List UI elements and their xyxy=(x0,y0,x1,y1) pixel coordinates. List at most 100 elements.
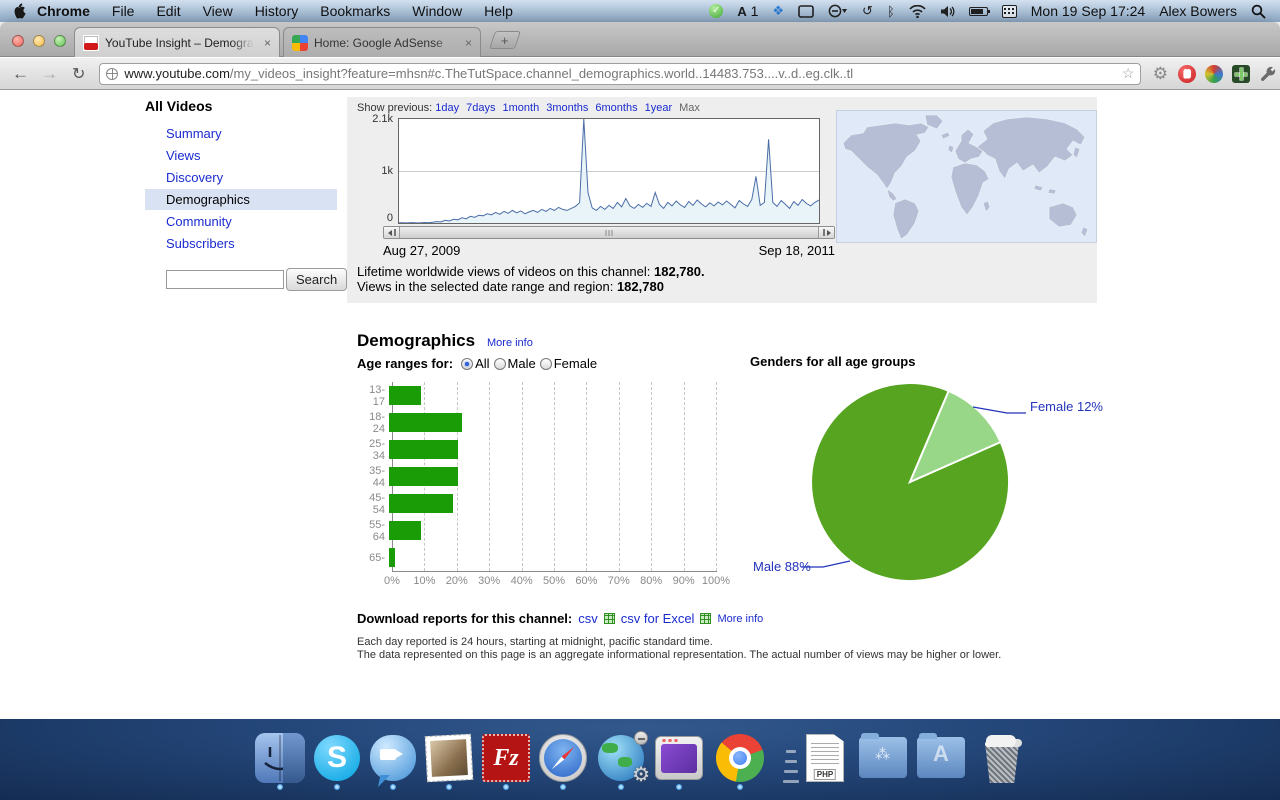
display-icon[interactable] xyxy=(798,3,814,19)
people-glyph: ⁂ xyxy=(858,745,908,763)
menu-history[interactable]: History xyxy=(244,3,310,19)
dock-chrome-icon[interactable] xyxy=(715,733,765,783)
extension-colorful-icon[interactable] xyxy=(1205,65,1223,83)
csv-excel-link[interactable]: csv for Excel xyxy=(621,611,695,626)
apple-menu-icon[interactable] xyxy=(12,3,26,19)
running-indicator xyxy=(503,784,509,790)
range-views-line: Views in the selected date range and reg… xyxy=(357,279,664,294)
demographics-more-info-link[interactable]: More info xyxy=(487,337,533,349)
back-button[interactable]: ← xyxy=(12,64,29,84)
dropbox-icon[interactable]: ❖ xyxy=(772,3,784,19)
scrollbar-right-handle[interactable] xyxy=(818,227,834,238)
menu-view[interactable]: View xyxy=(192,3,244,19)
menu-edit[interactable]: Edit xyxy=(145,3,191,19)
dock-safari-icon[interactable] xyxy=(538,733,588,783)
dock-mail-icon[interactable] xyxy=(424,733,474,783)
sidebar-item-demographics[interactable]: Demographics xyxy=(145,189,337,210)
range-max[interactable]: Max xyxy=(679,102,700,114)
bar-25-34 xyxy=(389,440,458,459)
sidebar-search-button[interactable]: Search xyxy=(286,268,347,291)
running-indicator xyxy=(446,784,452,790)
timeline-scrollbar[interactable] xyxy=(383,226,835,239)
bar-row: 65- xyxy=(357,544,737,571)
download-reports-label: Download reports for this channel: xyxy=(357,611,572,626)
bluetooth-icon[interactable]: ᛒ xyxy=(887,3,895,19)
dock-skype-icon[interactable]: S xyxy=(312,733,362,783)
screen: Chrome File Edit View History Bookmarks … xyxy=(0,0,1280,800)
dock-shared-folder-icon[interactable]: ⁂ xyxy=(858,733,908,783)
tab-close-icon[interactable]: × xyxy=(461,36,472,50)
running-indicator xyxy=(737,784,743,790)
sidebar-search-input[interactable] xyxy=(166,270,284,289)
battery-icon[interactable] xyxy=(969,3,988,19)
reload-button[interactable]: ↻ xyxy=(72,64,85,84)
sidebar-item-community[interactable]: Community xyxy=(145,211,345,232)
radio-female-label[interactable]: Female xyxy=(554,356,597,371)
chrome-settings-wrench-icon[interactable] xyxy=(1259,65,1277,83)
bar-axis-ticks: 0% 10% 20% 30% 40% 50% 60% 70% 80% 90% 1… xyxy=(392,575,716,589)
range-3months[interactable]: 3months xyxy=(546,102,588,114)
antivirus-status-icon[interactable]: ✓ xyxy=(709,4,723,18)
keyboard-viewer-icon[interactable] xyxy=(1002,3,1017,19)
zoom-window-button[interactable] xyxy=(54,35,66,47)
radio-male-label[interactable]: Male xyxy=(508,356,536,371)
radio-all-label[interactable]: All xyxy=(475,356,489,371)
range-1day[interactable]: 1day xyxy=(435,102,459,114)
address-bar[interactable]: www.youtube.com /my_videos_insight?featu… xyxy=(99,63,1141,85)
scrollbar-grip[interactable] xyxy=(606,230,613,236)
menu-window[interactable]: Window xyxy=(401,3,473,19)
dock-finder-icon[interactable] xyxy=(255,733,305,783)
dock-filezilla-icon[interactable]: Fz xyxy=(481,733,531,783)
download-more-info-link[interactable]: More info xyxy=(717,613,763,625)
tab-close-icon[interactable]: × xyxy=(260,36,271,50)
spotlight-icon[interactable] xyxy=(1251,3,1266,19)
age-ranges-label: Age ranges for: xyxy=(357,356,453,371)
csv-excel-file-icon[interactable] xyxy=(700,613,711,624)
do-not-disturb-icon[interactable] xyxy=(828,3,848,19)
sidebar-item-subscribers[interactable]: Subscribers xyxy=(145,233,345,254)
radio-all[interactable] xyxy=(461,358,473,370)
csv-link[interactable]: csv xyxy=(578,611,598,626)
sidebar-item-summary[interactable]: Summary xyxy=(145,123,345,144)
extension-gear-icon[interactable]: ⚙ xyxy=(1151,65,1169,83)
close-window-button[interactable] xyxy=(12,35,24,47)
dock-php-file-icon[interactable]: PHP xyxy=(800,733,850,783)
extension-adblock-icon[interactable] xyxy=(1178,65,1196,83)
tab-strip: YouTube Insight – Demograp × Home: Googl… xyxy=(0,22,1280,57)
dock-trash-icon[interactable] xyxy=(976,733,1026,783)
scrollbar-left-handle[interactable] xyxy=(384,227,400,238)
dock-applications-folder-icon[interactable]: A xyxy=(916,733,966,783)
world-map[interactable] xyxy=(836,110,1097,243)
video-camera-icon xyxy=(380,749,396,760)
range-7days[interactable]: 7days xyxy=(466,102,495,114)
menu-bookmarks[interactable]: Bookmarks xyxy=(309,3,401,19)
dock-network-globe-icon[interactable]: ⚙ xyxy=(596,733,646,783)
menu-clock[interactable]: Mon 19 Sep 17:24 xyxy=(1031,3,1145,19)
sidebar-item-views[interactable]: Views xyxy=(145,145,345,166)
forward-button[interactable]: → xyxy=(41,64,58,84)
menu-app-name[interactable]: Chrome xyxy=(26,3,101,19)
sidebar-item-discovery[interactable]: Discovery xyxy=(145,167,345,188)
menu-user[interactable]: Alex Bowers xyxy=(1159,3,1237,19)
minimize-window-button[interactable] xyxy=(33,35,45,47)
volume-icon[interactable] xyxy=(940,3,955,19)
bookmark-star-icon[interactable]: ☆ xyxy=(1122,65,1135,82)
radio-male[interactable] xyxy=(494,358,506,370)
range-1year[interactable]: 1year xyxy=(645,102,673,114)
dock-ichat-icon[interactable] xyxy=(368,733,418,783)
range-6months[interactable]: 6months xyxy=(595,102,637,114)
tab-adsense[interactable]: Home: Google AdSense × xyxy=(283,27,481,57)
dock-screen-sharing-icon[interactable] xyxy=(654,733,704,783)
time-machine-icon[interactable]: ↺ xyxy=(862,3,873,19)
menu-help[interactable]: Help xyxy=(473,3,524,19)
menu-file[interactable]: File xyxy=(101,3,146,19)
range-1month[interactable]: 1month xyxy=(503,102,540,114)
tab-youtube-insight[interactable]: YouTube Insight – Demograp × xyxy=(74,27,280,57)
radio-female[interactable] xyxy=(540,358,552,370)
new-tab-button[interactable]: + xyxy=(489,31,521,49)
site-globe-icon[interactable] xyxy=(106,68,118,80)
extension-plus-icon[interactable] xyxy=(1232,65,1250,83)
app-a-status-icon[interactable]: A 1 xyxy=(737,3,758,19)
wifi-icon[interactable] xyxy=(909,3,926,19)
csv-file-icon[interactable] xyxy=(604,613,615,624)
